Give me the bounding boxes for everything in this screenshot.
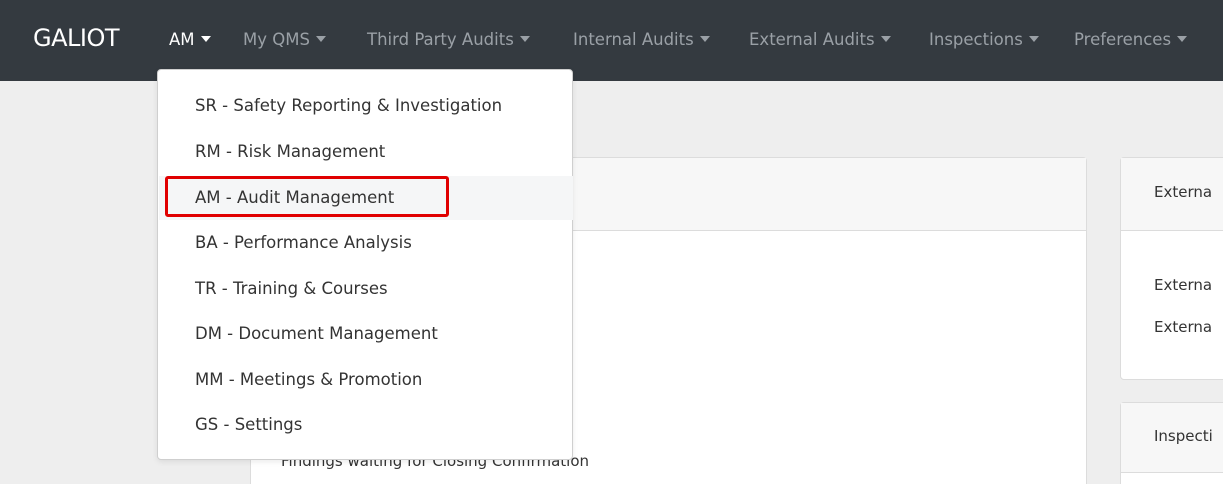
menu-item-sr[interactable]: SR - Safety Reporting & Investigation <box>159 84 573 128</box>
menu-item-tr[interactable]: TR - Training & Courses <box>159 267 573 311</box>
nav-my-qms[interactable]: My QMS <box>243 30 326 49</box>
menu-item-label: SR - Safety Reporting & Investigation <box>195 96 503 115</box>
inspections-card: Inspecti <box>1120 402 1223 484</box>
chevron-down-icon <box>880 35 891 42</box>
nav-internal-audits[interactable]: Internal Audits <box>573 30 710 49</box>
chevron-down-icon <box>1177 35 1188 42</box>
menu-item-rm[interactable]: RM - Risk Management <box>159 130 573 174</box>
menu-item-label: DM - Document Management <box>195 324 438 343</box>
nav-inspections-label: Inspections <box>929 30 1023 49</box>
nav-am[interactable]: AM <box>169 30 211 49</box>
menu-item-label: TR - Training & Courses <box>195 279 388 298</box>
nav-third-party-audits[interactable]: Third Party Audits <box>367 30 530 49</box>
menu-item-ba[interactable]: BA - Performance Analysis <box>159 221 573 265</box>
chevron-down-icon <box>200 35 211 42</box>
external-card: Externa Externa Externa <box>1120 157 1223 380</box>
menu-item-mm[interactable]: MM - Meetings & Promotion <box>159 358 573 402</box>
nav-inspections[interactable]: Inspections <box>929 30 1039 49</box>
inspections-card-title: Inspecti <box>1154 427 1213 445</box>
nav-internal-audits-label: Internal Audits <box>573 30 694 49</box>
nav-external-audits-label: External Audits <box>749 30 875 49</box>
nav-third-party-audits-label: Third Party Audits <box>367 30 514 49</box>
external-link-2[interactable]: Externa <box>1154 318 1212 336</box>
menu-item-label: BA - Performance Analysis <box>195 233 412 252</box>
brand-logo[interactable]: GALIOT <box>33 24 120 52</box>
chevron-down-icon <box>315 35 326 42</box>
nav-my-qms-label: My QMS <box>243 30 310 49</box>
menu-item-label: AM - Audit Management <box>195 188 395 207</box>
menu-item-label: GS - Settings <box>195 415 303 434</box>
nav-am-label: AM <box>169 30 195 49</box>
menu-item-label: RM - Risk Management <box>195 142 386 161</box>
am-dropdown-menu: SR - Safety Reporting & Investigation RM… <box>157 69 573 460</box>
nav-external-audits[interactable]: External Audits <box>749 30 891 49</box>
menu-item-am[interactable]: AM - Audit Management <box>159 176 573 220</box>
chevron-down-icon <box>519 35 530 42</box>
external-card-title: Externa <box>1154 183 1213 201</box>
menu-item-label: MM - Meetings & Promotion <box>195 370 423 389</box>
nav-preferences-label: Preferences <box>1074 30 1172 49</box>
nav-preferences[interactable]: Preferences <box>1074 30 1188 49</box>
chevron-down-icon <box>699 35 710 42</box>
menu-item-gs[interactable]: GS - Settings <box>159 403 573 447</box>
external-card-header: Externa <box>1121 158 1223 231</box>
chevron-down-icon <box>1028 35 1039 42</box>
inspections-card-header: Inspecti <box>1121 403 1223 473</box>
menu-item-dm[interactable]: DM - Document Management <box>159 312 573 356</box>
external-link-1[interactable]: Externa <box>1154 276 1212 294</box>
